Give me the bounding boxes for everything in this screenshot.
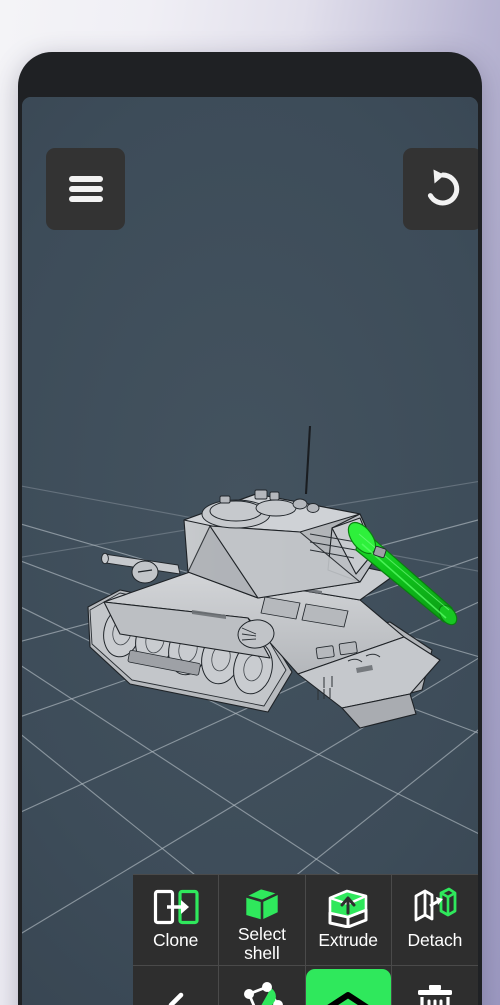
detach-icon (412, 884, 458, 930)
tank-model[interactable] (60, 422, 478, 742)
tool-face-mode[interactable] (305, 966, 392, 1005)
face-mode-active-tile (305, 969, 391, 1005)
trash-icon (414, 979, 456, 1005)
tool-panel: Clone Select shell Extrude Detach (133, 874, 478, 1005)
menu-button[interactable] (46, 148, 125, 230)
3d-viewport[interactable] (22, 97, 478, 1005)
tool-extrude-label: Extrude (318, 930, 378, 950)
clone-icon (153, 884, 199, 930)
cube-icon (241, 884, 283, 924)
undo-button[interactable] (403, 148, 478, 230)
undo-arrow-icon (419, 165, 467, 213)
tool-detach-label: Detach (407, 930, 463, 950)
tool-delete[interactable]: Delete (392, 966, 478, 1005)
chevron-left-icon (163, 979, 189, 1005)
tool-select-shell-label: Select shell (237, 924, 286, 963)
tool-draw-face[interactable]: Draw face (219, 966, 306, 1005)
tool-more[interactable]: More (133, 966, 220, 1005)
tool-select-shell[interactable]: Select shell (219, 875, 306, 966)
phone-device-frame: Clone Select shell Extrude Detach (18, 52, 482, 1005)
tool-clone-label: Clone (153, 930, 199, 950)
extrude-icon (325, 884, 371, 930)
tool-extrude[interactable]: Extrude (305, 875, 392, 966)
draw-face-icon (236, 979, 288, 1005)
hamburger-menu-icon (68, 172, 103, 206)
tool-detach[interactable]: Detach (391, 875, 478, 966)
phone-screen: Clone Select shell Extrude Detach (22, 97, 478, 1005)
face-diamond-icon (317, 989, 379, 1005)
tool-clone[interactable]: Clone (133, 875, 220, 966)
